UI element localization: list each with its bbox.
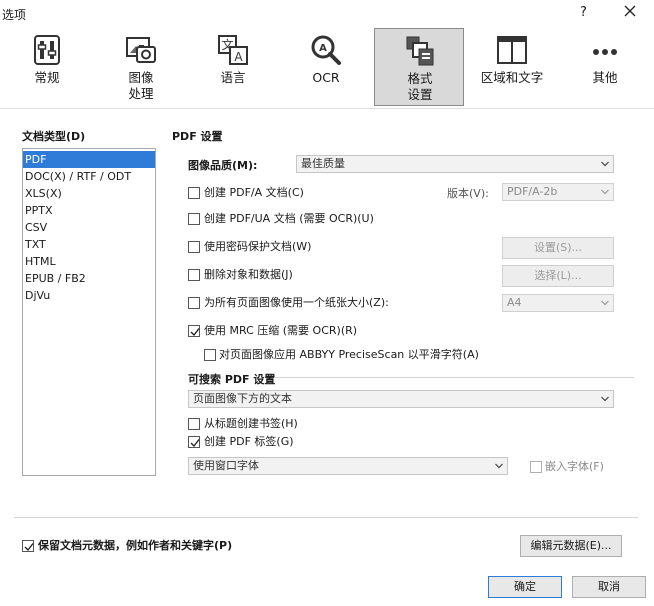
areas-icon [496, 34, 528, 66]
delete-objects-checkbox[interactable] [188, 269, 200, 281]
image-quality-select[interactable]: 最佳质量 [296, 155, 614, 173]
general-icon [31, 34, 63, 66]
searchable-mode-select[interactable]: 页面图像下方的文本 [188, 390, 614, 408]
window-title: 选项 [2, 8, 27, 22]
tab-image-processing[interactable]: 图像 处理 [96, 28, 186, 106]
select-button[interactable]: 选择(L)... [502, 265, 614, 287]
language-icon: 文 A [217, 34, 249, 66]
paper-size-label: 为所有页面图像使用一个纸张大小(Z): [204, 296, 389, 309]
doc-types-label: 文档类型(D) [22, 130, 86, 143]
toolbar: 常规 图像 处理 文 A 语言 A OCR 格式 设置 区域和文字 其他 [0, 22, 654, 108]
password-checkbox[interactable] [188, 241, 200, 253]
pdf-tags-checkbox[interactable] [188, 436, 200, 448]
pdfua-label: 创建 PDF/UA 文档 (需要 OCR)(U) [204, 212, 374, 225]
tab-areas-text[interactable]: 区域和文字 [467, 28, 557, 106]
ocr-icon: A [310, 34, 342, 66]
tab-ocr[interactable]: A OCR [281, 28, 371, 106]
cancel-button[interactable]: 取消 [572, 576, 646, 598]
tab-general-label: 常规 [34, 70, 60, 85]
embed-fonts-label: 嵌入字体(F) [545, 460, 604, 473]
image-quality-value: 最佳质量 [301, 157, 345, 170]
tab-general[interactable]: 常规 [2, 28, 92, 106]
tab-areas-text-label: 区域和文字 [480, 70, 544, 85]
help-button[interactable]: ? [580, 5, 587, 20]
tab-language-label: 语言 [220, 70, 246, 85]
format-icon [404, 35, 436, 67]
doc-type-epub[interactable]: EPUB / FB2 [23, 270, 155, 287]
image-quality-label: 图像品质(M): [188, 159, 258, 172]
settings-button[interactable]: 设置(S)... [502, 237, 614, 259]
pdfua-checkbox[interactable] [188, 213, 200, 225]
version-value: PDF/A-2b [507, 185, 558, 198]
mrc-checkbox[interactable] [188, 325, 200, 337]
mrc-label: 使用 MRC 压缩 (需要 OCR)(R) [204, 324, 358, 337]
bookmarks-checkbox[interactable] [188, 418, 200, 430]
pdfa-label: 创建 PDF/A 文档(C) [204, 186, 304, 199]
ok-button[interactable]: 确定 [488, 576, 562, 598]
chevron-down-icon [601, 300, 609, 306]
searchable-pdf-title: 可搜索 PDF 设置 [188, 373, 276, 386]
tab-image-processing-label: 图像 处理 [128, 70, 154, 101]
chevron-down-icon [601, 189, 609, 195]
doc-type-txt[interactable]: TXT [23, 236, 155, 253]
keep-metadata-label: 保留文档元数据，例如作者和关键字(P) [38, 539, 233, 552]
precisescan-label: 对页面图像应用 ABBYY PreciseScan 以平滑字符(A) [219, 348, 479, 361]
searchable-divider [274, 377, 634, 378]
doc-type-html[interactable]: HTML [23, 253, 155, 270]
doc-type-csv[interactable]: CSV [23, 219, 155, 236]
tab-ocr-label: OCR [312, 70, 340, 85]
password-label: 使用密码保护文档(W) [204, 240, 312, 253]
paper-size-value: A4 [507, 296, 522, 309]
font-value: 使用窗口字体 [193, 459, 259, 472]
doc-type-pdf[interactable]: PDF [23, 151, 155, 168]
searchable-mode-value: 页面图像下方的文本 [193, 392, 292, 405]
chevron-down-icon [601, 396, 609, 402]
precisescan-checkbox[interactable] [204, 349, 216, 361]
checkmark-icon [190, 328, 200, 337]
keep-metadata-checkbox[interactable] [22, 540, 34, 552]
tab-more-label: 其他 [592, 70, 618, 85]
chevron-down-icon [495, 463, 503, 469]
version-label: 版本(V): [447, 187, 489, 200]
edit-metadata-button[interactable]: 编辑元数据(E)... [520, 535, 622, 557]
more-icon [589, 34, 621, 66]
tab-format-settings-label: 格式 设置 [407, 71, 433, 102]
doc-types-list[interactable]: PDF DOC(X) / RTF / ODT XLS(X) PPTX CSV T… [22, 148, 156, 476]
checkmark-icon [190, 439, 200, 448]
doc-type-doc[interactable]: DOC(X) / RTF / ODT [23, 168, 155, 185]
pdf-tags-label: 创建 PDF 标签(G) [204, 435, 294, 448]
close-icon[interactable] [622, 3, 638, 19]
tab-more[interactable]: 其他 [560, 28, 650, 106]
version-select[interactable]: PDF/A-2b [502, 183, 614, 201]
doc-type-xls[interactable]: XLS(X) [23, 185, 155, 202]
doc-type-pptx[interactable]: PPTX [23, 202, 155, 219]
pdf-settings-title: PDF 设置 [172, 130, 223, 143]
font-select[interactable]: 使用窗口字体 [188, 457, 508, 475]
chevron-down-icon [601, 161, 609, 167]
svg-text:A: A [234, 50, 243, 64]
toolbar-divider [0, 108, 654, 109]
tab-language[interactable]: 文 A 语言 [188, 28, 278, 106]
embed-fonts-checkbox[interactable] [530, 461, 542, 473]
pdfa-checkbox[interactable] [188, 187, 200, 199]
image-icon [125, 34, 157, 66]
paper-size-select[interactable]: A4 [502, 294, 614, 312]
bookmarks-label: 从标题创建书签(H) [204, 417, 298, 430]
svg-text:A: A [319, 43, 327, 54]
paper-size-checkbox[interactable] [188, 297, 200, 309]
checkmark-icon [24, 543, 34, 552]
tab-format-settings[interactable]: 格式 设置 [374, 28, 464, 106]
footer-divider [14, 517, 638, 518]
delete-objects-label: 删除对象和数据(J) [204, 268, 293, 281]
doc-type-djvu[interactable]: DjVu [23, 287, 155, 304]
